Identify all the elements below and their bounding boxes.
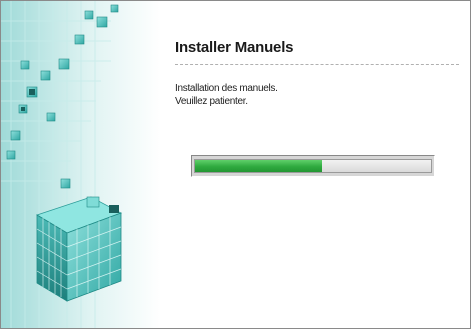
progress-fill (195, 160, 323, 172)
installer-dialog: Installer Manuels Installation des manue… (0, 0, 471, 329)
progress-track (194, 159, 432, 173)
status-message-line1: Installation des manuels. (175, 83, 278, 94)
status-message-line2: Veuillez patienter. (175, 96, 248, 107)
cube-mosaic-art (1, 1, 161, 328)
cube-block (36, 196, 122, 302)
dialog-title: Installer Manuels (175, 39, 294, 56)
title-divider (175, 64, 459, 65)
dialog-content: Installer Manuels Installation des manue… (175, 1, 470, 328)
progress-bar (191, 155, 435, 177)
